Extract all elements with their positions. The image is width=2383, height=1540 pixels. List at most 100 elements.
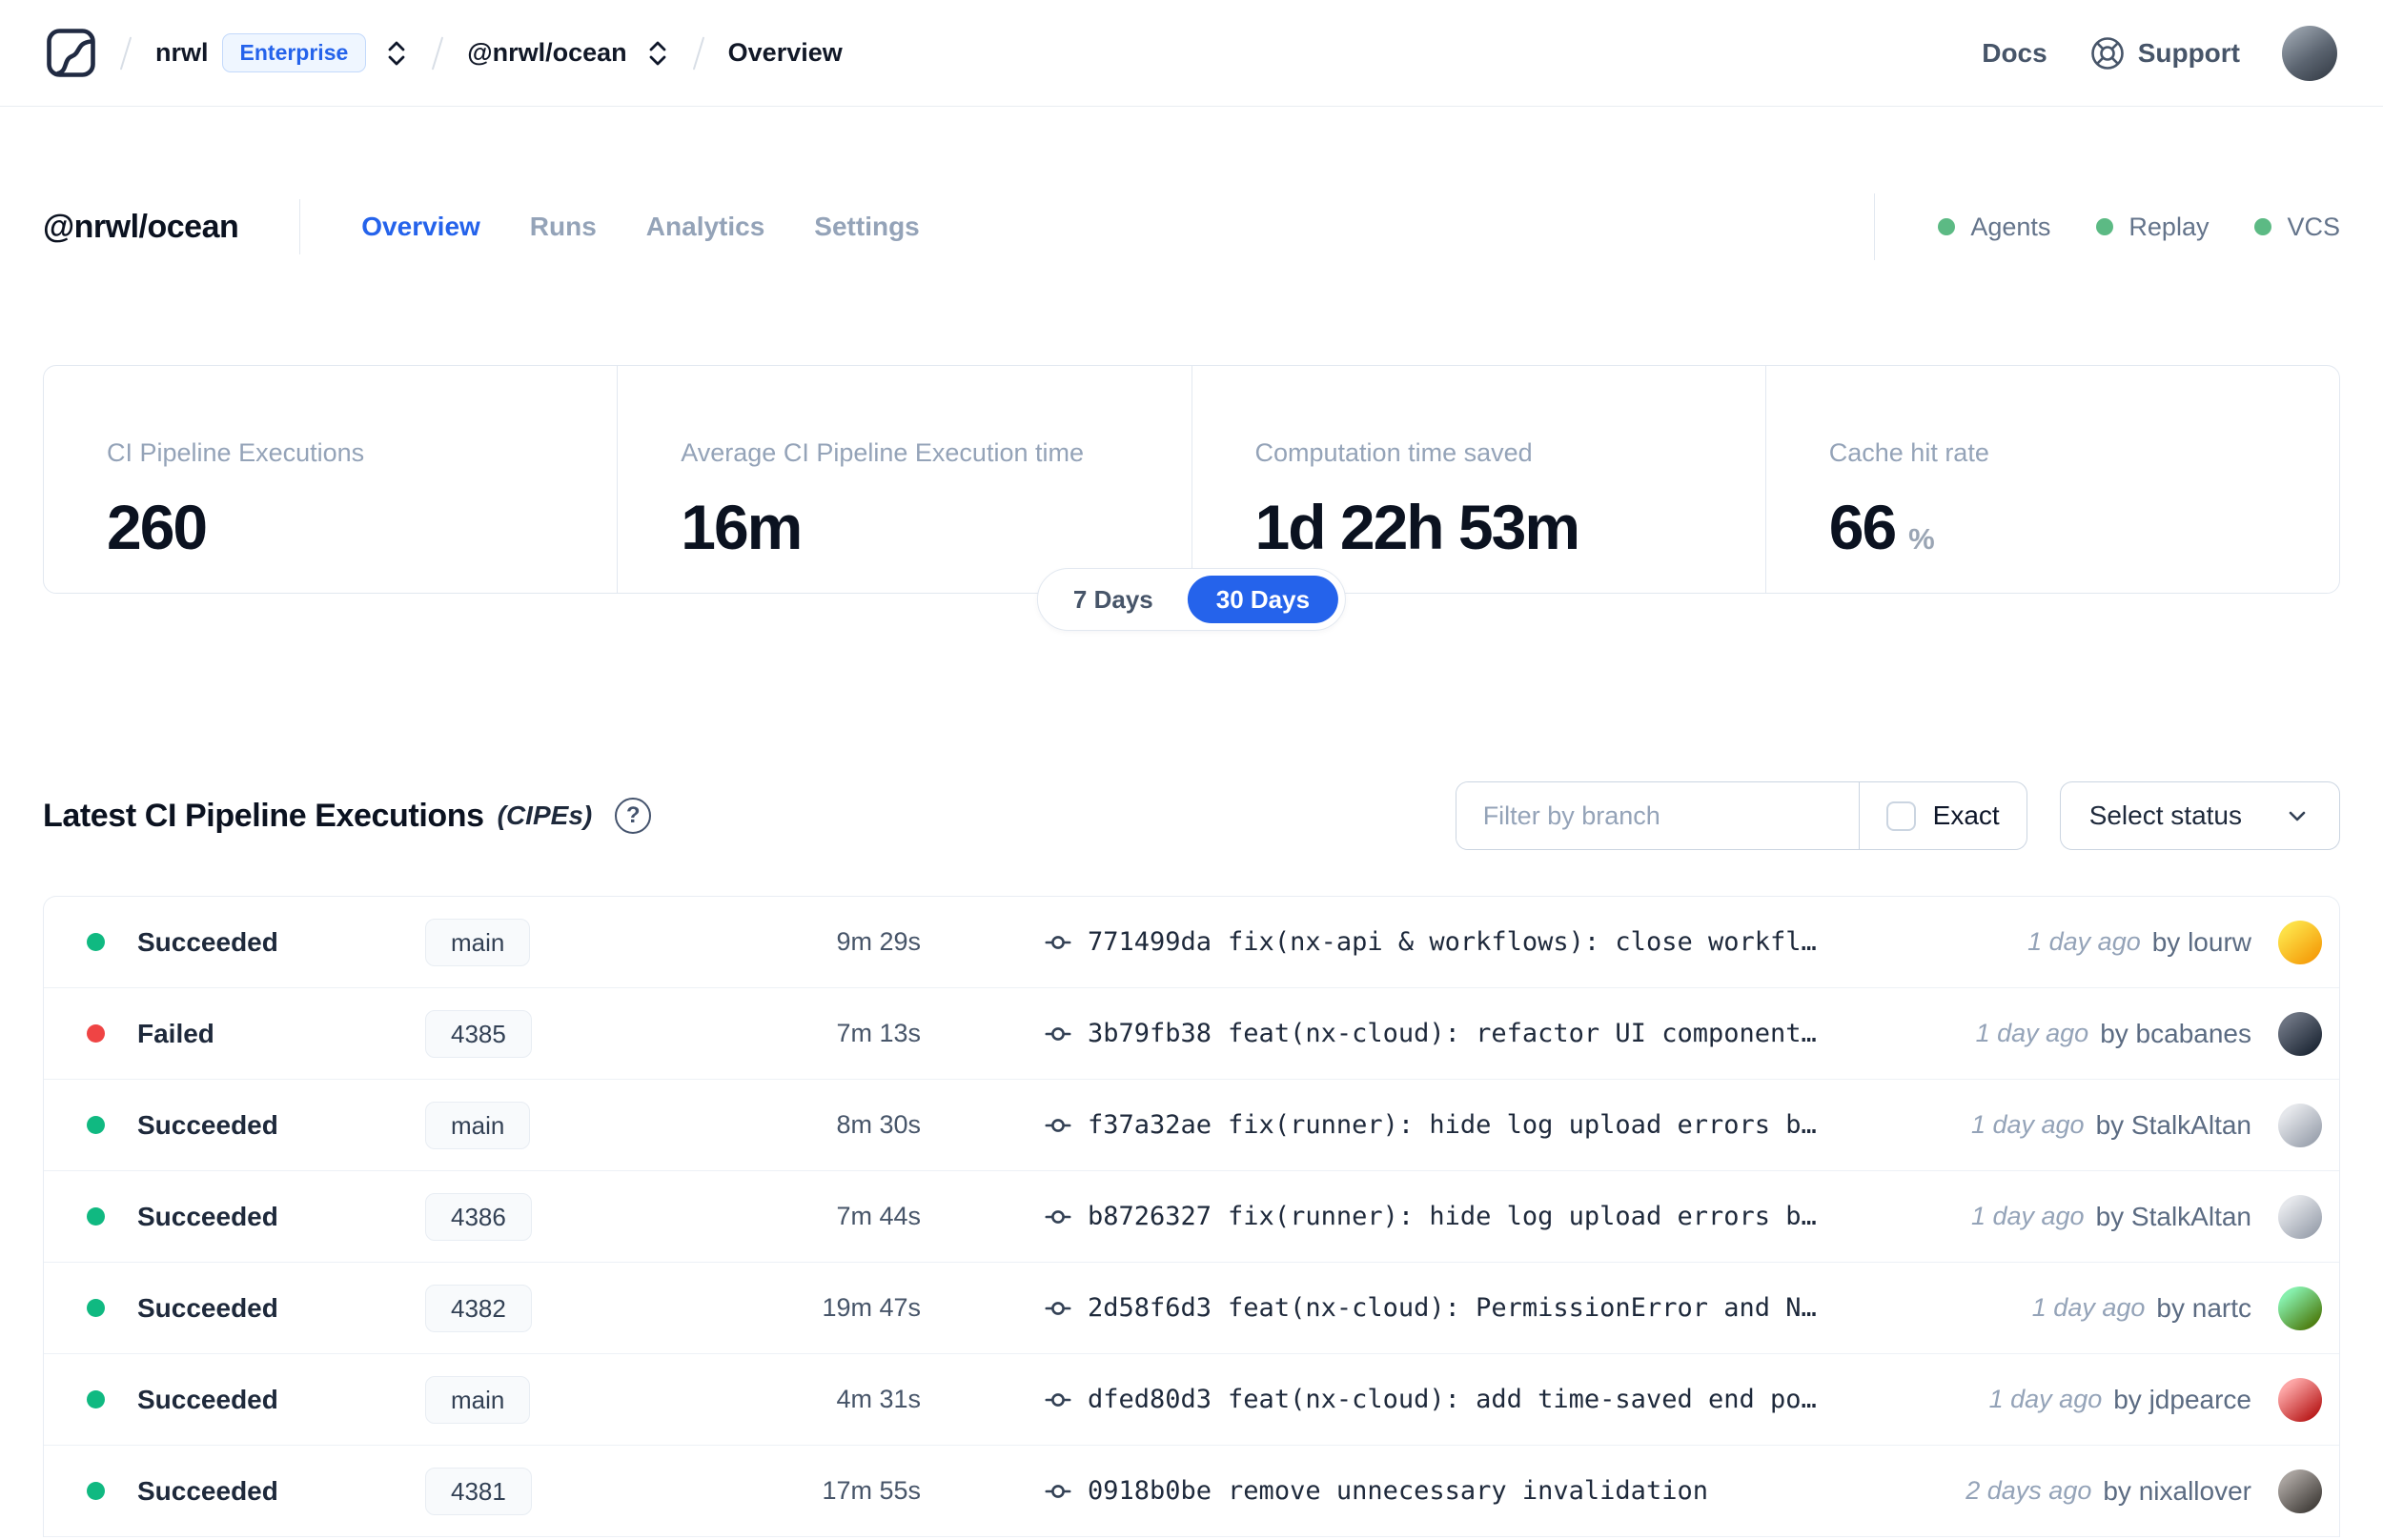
docs-link[interactable]: Docs bbox=[1982, 38, 2047, 69]
duration: 19m 47s bbox=[822, 1293, 921, 1322]
commit-hash: 2d58f6d3 bbox=[1088, 1293, 1212, 1323]
stat-value: 16m bbox=[681, 492, 803, 562]
commit-message: fix(runner): hide log upload errors b… bbox=[1228, 1110, 1817, 1140]
breadcrumb-separator bbox=[692, 35, 704, 71]
status-replay-label: Replay bbox=[2128, 212, 2210, 241]
table-row[interactable]: Succeeded main 8m 30s f37a32ae fix(runne… bbox=[44, 1080, 2339, 1171]
table-row[interactable]: Succeeded main 9m 29s 771499da fix(nx-ap… bbox=[44, 897, 2339, 988]
duration: 7m 13s bbox=[836, 1019, 921, 1047]
commit-message: remove unnecessary invalidation bbox=[1228, 1476, 1708, 1506]
exact-match-control: Exact bbox=[1858, 782, 2027, 849]
git-commit-icon bbox=[1045, 1478, 1071, 1505]
status-label: Succeeded bbox=[137, 1109, 278, 1140]
table-row[interactable]: Succeeded main 4m 31s dfed80d3 feat(nx-c… bbox=[44, 1354, 2339, 1446]
commit-message: fix(nx-api & workflows): close workfl… bbox=[1228, 927, 1817, 957]
branch-filter-input[interactable] bbox=[1456, 782, 1859, 849]
help-icon[interactable]: ? bbox=[615, 798, 652, 834]
branch-badge[interactable]: main bbox=[425, 1101, 531, 1149]
commit-hash: 0918b0be bbox=[1088, 1476, 1212, 1506]
exact-checkbox[interactable] bbox=[1885, 800, 1916, 831]
enterprise-badge: Enterprise bbox=[221, 33, 367, 72]
branch-badge[interactable]: main bbox=[425, 918, 531, 966]
stat-card-executions: CI Pipeline Executions 260 bbox=[44, 366, 617, 593]
tab-runs[interactable]: Runs bbox=[530, 212, 597, 242]
branch-badge[interactable]: main bbox=[425, 1375, 531, 1424]
status-select-dropdown[interactable]: Select status bbox=[2059, 781, 2340, 850]
time-ago: 1 day ago bbox=[2031, 1293, 2146, 1322]
status-label: Succeeded bbox=[137, 1384, 278, 1414]
time-ago: 1 day ago bbox=[1970, 1202, 2085, 1230]
workspace-name[interactable]: @nrwl/ocean bbox=[467, 38, 626, 68]
table-row[interactable]: Failed 4385 7m 13s 3b79fb38 feat(nx-clou… bbox=[44, 988, 2339, 1080]
status-dot bbox=[87, 1116, 105, 1134]
duration: 9m 29s bbox=[836, 927, 921, 956]
chevron-updown-icon[interactable] bbox=[646, 37, 669, 70]
time-ago: 1 day ago bbox=[1988, 1385, 2103, 1413]
user-avatar[interactable] bbox=[2282, 25, 2337, 81]
duration: 7m 44s bbox=[836, 1202, 921, 1230]
commit-message: fix(runner): hide log upload errors b… bbox=[1228, 1202, 1817, 1231]
cipe-section-header: Latest CI Pipeline Executions (CIPEs) ? … bbox=[43, 781, 2340, 850]
avatar[interactable] bbox=[2278, 1194, 2322, 1239]
status-label: Succeeded bbox=[137, 1475, 278, 1506]
green-dot-icon bbox=[1938, 218, 1956, 235]
tab-overview[interactable]: Overview bbox=[361, 212, 480, 242]
avatar[interactable] bbox=[2278, 1103, 2322, 1147]
support-link[interactable]: Support bbox=[2089, 35, 2240, 71]
avatar[interactable] bbox=[2278, 920, 2322, 964]
commit-info[interactable]: f37a32ae fix(runner): hide log upload er… bbox=[921, 1110, 1971, 1140]
avatar[interactable] bbox=[2278, 1286, 2322, 1330]
lifebuoy-icon bbox=[2089, 35, 2126, 71]
stat-card-cache-hit: Cache hit rate 66 % bbox=[1764, 366, 2339, 593]
page-title: @nrwl/ocean bbox=[43, 208, 239, 245]
avatar[interactable] bbox=[2278, 1377, 2322, 1422]
section-title: Latest CI Pipeline Executions bbox=[43, 797, 484, 834]
table-row[interactable]: Succeeded 4386 7m 44s b8726327 fix(runne… bbox=[44, 1171, 2339, 1263]
chevron-updown-icon[interactable] bbox=[385, 37, 408, 70]
day-range-toggle: 7 Days 30 Days bbox=[1036, 568, 1347, 631]
commit-hash: dfed80d3 bbox=[1088, 1385, 1212, 1414]
author: by nartc bbox=[2156, 1292, 2251, 1323]
commit-info[interactable]: 0918b0be remove unnecessary invalidation bbox=[921, 1476, 1965, 1506]
duration: 4m 31s bbox=[836, 1385, 921, 1413]
git-commit-icon bbox=[1045, 1387, 1071, 1413]
commit-info[interactable]: 2d58f6d3 feat(nx-cloud): PermissionError… bbox=[921, 1293, 2032, 1323]
table-row[interactable]: Succeeded 4382 19m 47s 2d58f6d3 feat(nx-… bbox=[44, 1263, 2339, 1354]
avatar[interactable] bbox=[2278, 1469, 2322, 1513]
avatar[interactable] bbox=[2278, 1011, 2322, 1056]
status-agents[interactable]: Agents bbox=[1938, 213, 2050, 242]
branch-badge[interactable]: 4382 bbox=[425, 1284, 532, 1332]
table-row[interactable]: Succeeded 4381 17m 55s 0918b0be remove u… bbox=[44, 1446, 2339, 1537]
range-7-days[interactable]: 7 Days bbox=[1045, 576, 1182, 623]
commit-info[interactable]: dfed80d3 feat(nx-cloud): add time-saved … bbox=[921, 1385, 1989, 1414]
branch-badge[interactable]: 4381 bbox=[425, 1467, 532, 1515]
commit-hash: f37a32ae bbox=[1088, 1110, 1212, 1140]
commit-info[interactable]: 771499da fix(nx-api & workflows): close … bbox=[921, 927, 2027, 957]
git-commit-icon bbox=[1045, 1021, 1071, 1047]
org-selector[interactable]: nrwl Enterprise bbox=[155, 33, 408, 72]
stat-card-time-saved: Computation time saved 1d 22h 53m bbox=[1191, 366, 1765, 593]
stat-label: Cache hit rate bbox=[1828, 438, 1989, 467]
workspace-selector[interactable]: @nrwl/ocean bbox=[467, 37, 668, 70]
tab-settings[interactable]: Settings bbox=[814, 212, 919, 242]
time-ago: 2 days ago bbox=[1965, 1476, 2092, 1505]
branch-badge[interactable]: 4385 bbox=[425, 1009, 532, 1058]
workspace-header: @nrwl/ocean Overview Runs Analytics Sett… bbox=[43, 189, 2340, 265]
author: by bcabanes bbox=[2100, 1018, 2251, 1048]
org-name[interactable]: nrwl bbox=[155, 38, 209, 68]
range-30-days[interactable]: 30 Days bbox=[1187, 576, 1339, 623]
commit-info[interactable]: 3b79fb38 feat(nx-cloud): refactor UI com… bbox=[921, 1019, 1976, 1048]
status-vcs[interactable]: VCS bbox=[2254, 213, 2340, 242]
branch-badge[interactable]: 4386 bbox=[425, 1192, 532, 1241]
status-label: Succeeded bbox=[137, 1292, 278, 1323]
nx-cloud-logo-icon[interactable] bbox=[46, 28, 96, 78]
chevron-down-icon bbox=[2284, 802, 2311, 829]
commit-info[interactable]: b8726327 fix(runner): hide log upload er… bbox=[921, 1202, 1971, 1231]
duration: 8m 30s bbox=[836, 1110, 921, 1139]
status-dot bbox=[87, 933, 105, 951]
stat-card-avg-time: Average CI Pipeline Execution time 16m bbox=[617, 366, 1191, 593]
tab-analytics[interactable]: Analytics bbox=[646, 212, 765, 242]
status-dot bbox=[87, 1299, 105, 1317]
status-replay[interactable]: Replay bbox=[2096, 213, 2209, 242]
duration: 17m 55s bbox=[822, 1476, 921, 1505]
